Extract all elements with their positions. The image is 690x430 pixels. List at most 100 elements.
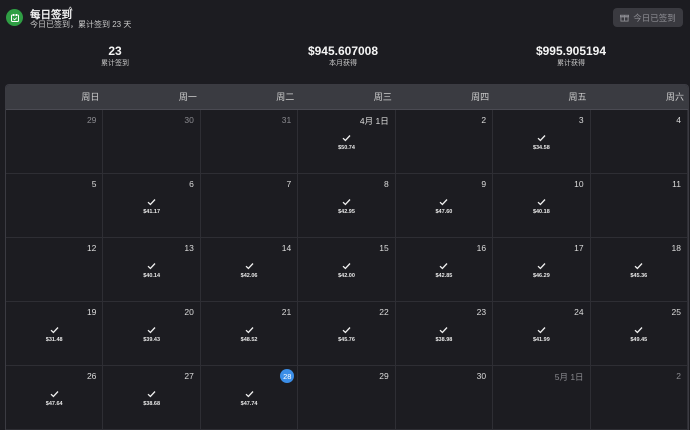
calendar-day-cell[interactable]: 11 — [590, 174, 688, 238]
calendar-day-cell[interactable]: 29 — [298, 366, 396, 430]
calendar-day-cell[interactable]: 2 — [590, 366, 688, 430]
calendar-day-cell[interactable]: 14 $42.06 — [200, 238, 299, 302]
day-reward-amount: $42.00 — [338, 273, 355, 279]
calendar: 周日 周一 周二 周三 周四 周五 周六 29 30 31 4月 1日 $50.74 2 3 $34.58… — [5, 84, 689, 430]
calendar-day-cell[interactable]: 10 $40.18 — [493, 174, 591, 238]
calendar-day-cell[interactable]: 31 — [200, 110, 299, 174]
day-reward-amount: $45.36 — [630, 273, 648, 279]
calendar-day-cell[interactable]: 25 $49.45 — [590, 302, 688, 366]
stat-label: 本月获得 — [329, 60, 357, 67]
calendar-day-cell[interactable]: 16 $42.85 — [395, 238, 494, 302]
calendar-day-cell[interactable]: 4 — [590, 110, 688, 174]
day-number: 21 — [281, 307, 292, 317]
header: 每日签到 ^ 今日已签到，累计签到 23 天 今日已签到 — [0, 0, 690, 38]
checkmark-icon — [591, 326, 687, 334]
day-reward-amount: $47.64 — [45, 401, 63, 407]
checkmark-icon — [298, 326, 394, 334]
stat-label: 累计获得 — [557, 60, 585, 67]
today-date-badge: 28 — [280, 369, 295, 383]
calendar-day-cell[interactable]: 4月 1日 $50.74 — [298, 110, 396, 174]
stat-total-earned: $995.905194 累计获得 — [471, 44, 671, 69]
calendar-day-cell[interactable]: 30 — [395, 366, 494, 430]
calendar-day-cell[interactable]: 9 $47.60 — [395, 174, 494, 238]
day-number: 18 — [671, 243, 681, 253]
day-number: 23 — [476, 307, 487, 317]
day-number: 30 — [476, 371, 487, 381]
calendar-day-cell[interactable]: 20 $39.43 — [103, 302, 201, 366]
calendar-day-cell[interactable]: 5 — [6, 174, 104, 238]
day-number: 27 — [184, 371, 194, 381]
checkmark-icon — [396, 198, 492, 206]
calendar-day-cell[interactable]: 3 $34.58 — [493, 110, 591, 174]
weekday-header: 周日 周一 周二 周三 周四 周五 周六 — [6, 85, 688, 110]
calendar-day-cell[interactable]: 28 $47.74 — [200, 366, 299, 430]
calendar-day-cell[interactable]: 23 $38.98 — [395, 302, 494, 366]
calendar-day-cell[interactable]: 26 $47.64 — [6, 366, 104, 430]
gift-icon — [620, 14, 630, 22]
day-number: 5 — [91, 179, 97, 189]
calendar-day-cell[interactable]: 17 $46.29 — [493, 238, 591, 302]
day-number: 14 — [281, 243, 292, 253]
day-number: 22 — [379, 307, 389, 317]
day-number: 3 — [578, 115, 584, 125]
calendar-day-cell[interactable]: 6 $41.17 — [103, 174, 201, 238]
day-reward-amount: $48.52 — [240, 337, 258, 343]
day-number: 7 — [286, 179, 292, 189]
chevron-up-icon[interactable]: ^ — [68, 6, 73, 17]
calendar-day-cell[interactable]: 29 — [6, 110, 104, 174]
calendar-day-cell[interactable]: 21 $48.52 — [200, 302, 299, 366]
day-number: 4 — [676, 115, 681, 125]
day-reward-amount: $38.98 — [435, 337, 453, 343]
calendar-day-cell[interactable]: 5月 1日 — [493, 366, 591, 430]
calendar-day-cell[interactable]: 13 $40.14 — [103, 238, 201, 302]
weekday-label: 周三 — [373, 92, 392, 102]
day-number: 13 — [184, 243, 194, 253]
calendar-day-cell[interactable]: 7 — [200, 174, 299, 238]
checkmark-icon — [103, 390, 199, 398]
day-number: 29 — [379, 371, 389, 381]
calendar-day-cell[interactable]: 15 $42.00 — [298, 238, 396, 302]
checkmark-icon — [103, 262, 199, 270]
calendar-day-cell[interactable]: 24 $41.99 — [493, 302, 591, 366]
calendar-day-cell[interactable]: 30 — [103, 110, 201, 174]
day-reward-amount: $49.45 — [630, 337, 648, 343]
day-number: 8 — [383, 179, 389, 189]
calendar-day-cell[interactable]: 2 — [395, 110, 494, 174]
day-number: 16 — [476, 243, 487, 253]
day-number: 12 — [86, 243, 97, 253]
stat-value: 23 — [108, 44, 122, 58]
weekday-label: 周五 — [568, 92, 587, 102]
calendar-day-cell[interactable]: 27 $38.68 — [103, 366, 201, 430]
day-reward-amount: $45.76 — [338, 337, 355, 343]
checkmark-icon — [298, 134, 394, 142]
checkmark-icon — [298, 198, 394, 206]
calendar-day-cell[interactable]: 19 $31.48 — [6, 302, 104, 366]
checkmark-icon — [298, 262, 394, 270]
weekday-label: 周一 — [178, 92, 197, 102]
day-reward-amount: $39.43 — [143, 337, 161, 343]
checkmark-icon — [396, 262, 492, 270]
day-number: 4月 1日 — [359, 116, 389, 126]
day-reward-amount: $47.74 — [240, 401, 258, 407]
checkin-summary: 今日已签到，累计签到 23 天 — [30, 20, 132, 29]
calendar-day-cell[interactable]: 22 $45.76 — [298, 302, 396, 366]
checkin-button[interactable]: 今日已签到 — [613, 8, 683, 27]
checkmark-icon — [493, 262, 589, 270]
day-number: 2 — [676, 371, 681, 381]
stat-label: 累计签到 — [101, 60, 129, 67]
day-number: 19 — [86, 307, 97, 317]
day-number: 11 — [672, 179, 681, 189]
stat-total-days: 23 累计签到 — [15, 44, 215, 69]
day-number: 31 — [281, 115, 292, 125]
checkmark-icon — [6, 326, 102, 334]
calendar-day-cell[interactable]: 18 $45.36 — [590, 238, 688, 302]
calendar-day-cell[interactable]: 12 — [6, 238, 104, 302]
day-reward-amount: $41.17 — [143, 209, 161, 215]
day-reward-amount: $50.74 — [338, 145, 355, 151]
day-reward-amount: $40.18 — [532, 209, 550, 215]
day-number: 5月 1日 — [554, 372, 584, 382]
stat-value: $945.607008 — [307, 44, 379, 58]
checkmark-icon — [591, 262, 687, 270]
calendar-day-cell[interactable]: 8 $42.95 — [298, 174, 396, 238]
day-number: 29 — [86, 115, 97, 125]
